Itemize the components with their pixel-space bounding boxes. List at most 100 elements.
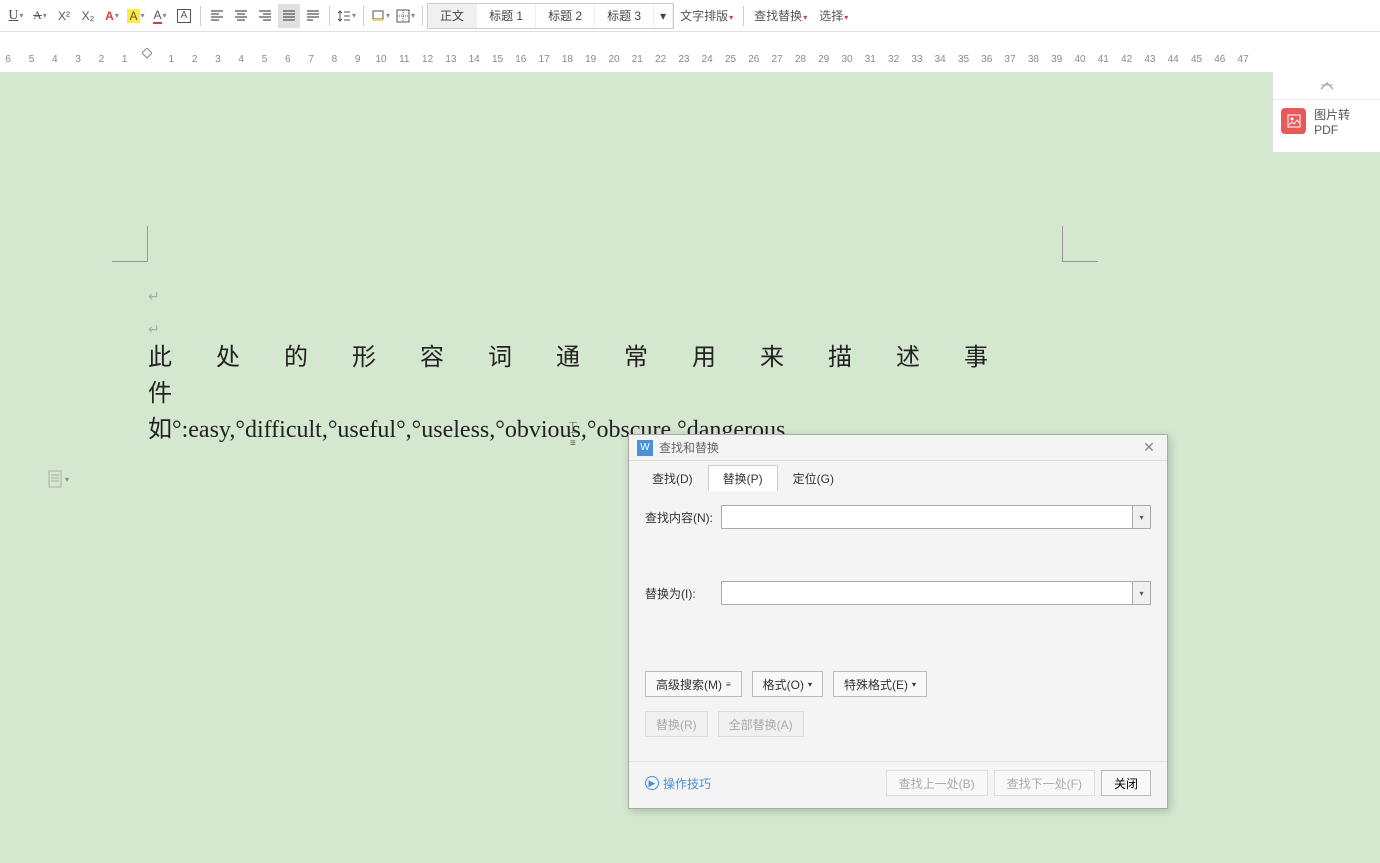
margin-corner-tl — [112, 226, 148, 262]
margin-corner-tr — [1062, 226, 1098, 262]
line-spacing-button[interactable]: ▾ — [335, 4, 358, 28]
border-button[interactable]: ▾ — [394, 4, 417, 28]
style-h3[interactable]: 标题 3 — [595, 4, 654, 28]
replace-input[interactable] — [721, 581, 1133, 605]
select-menu[interactable]: 选择▾ — [813, 7, 854, 24]
text-layout-menu[interactable]: 文字排版▾ — [674, 7, 739, 24]
highlight-button[interactable]: A▾ — [125, 4, 147, 28]
find-input[interactable] — [721, 505, 1133, 529]
tab-replace[interactable]: 替换(P) — [708, 465, 778, 491]
toolbar-separator — [329, 6, 330, 26]
special-format-button[interactable]: 特殊格式(E)▾ — [833, 671, 927, 697]
dialog-titlebar[interactable]: W 查找和替换 ✕ — [629, 435, 1167, 461]
highlight-icon: A — [127, 9, 139, 23]
char-border-icon: A — [177, 9, 191, 23]
strikethrough-icon: A — [33, 8, 42, 23]
find-replace-menu[interactable]: 查找替换▾ — [748, 7, 813, 24]
text-cursor-icon: ⌶≡ — [568, 420, 578, 449]
navigation-pane-toggle[interactable]: ▾ — [48, 470, 69, 488]
align-center-icon — [234, 9, 248, 23]
replace-button[interactable]: 替换(R) — [645, 711, 708, 737]
doc-line-1[interactable]: 此处的形容词通常用来描述事件 — [148, 340, 1068, 412]
distribute-icon — [306, 9, 320, 23]
replace-all-button[interactable]: 全部替换(A) — [718, 711, 804, 737]
align-right-button[interactable] — [254, 4, 276, 28]
chevron-down-icon: ▾ — [808, 680, 812, 689]
superscript-button[interactable]: X² — [53, 4, 75, 28]
tab-goto[interactable]: 定位(G) — [778, 465, 849, 491]
toolbar-separator — [200, 6, 201, 26]
find-replace-dialog: W 查找和替换 ✕ 查找(D) 替换(P) 定位(G) 查找内容(N): ▾ 替… — [628, 434, 1168, 809]
superscript-icon: X² — [58, 9, 70, 23]
border-icon — [396, 9, 410, 23]
style-selector[interactable]: 正文 标题 1 标题 2 标题 3 ▾ — [427, 3, 674, 29]
align-justify-button[interactable] — [278, 4, 300, 28]
font-color-icon: A — [153, 8, 161, 24]
tab-find[interactable]: 查找(D) — [637, 465, 708, 491]
distribute-button[interactable] — [302, 4, 324, 28]
style-more[interactable]: ▾ — [654, 4, 673, 28]
style-h2[interactable]: 标题 2 — [536, 4, 595, 28]
image-to-pdf-button[interactable]: 图片转PDF — [1273, 100, 1380, 142]
dialog-tabs: 查找(D) 替换(P) 定位(G) — [629, 461, 1167, 491]
dialog-body: 查找内容(N): ▾ 替换为(I): ▾ 高级搜索(M)≡ 格式(O)▾ 特殊格… — [629, 491, 1167, 753]
align-center-button[interactable] — [230, 4, 252, 28]
dialog-footer: ▶ 操作技巧 查找上一处(B) 查找下一处(F) 关闭 — [629, 761, 1167, 808]
paragraph-mark: ↵ — [148, 319, 1068, 340]
char-border-button[interactable]: A — [173, 4, 195, 28]
play-icon: ▶ — [645, 776, 659, 790]
align-right-icon — [258, 9, 272, 23]
line-spacing-icon — [337, 9, 351, 23]
subscript-icon: X₂ — [82, 9, 95, 23]
paragraph-mark: ↵ — [148, 286, 1068, 307]
underline-icon: U — [8, 8, 18, 24]
tips-link[interactable]: ▶ 操作技巧 — [645, 775, 711, 792]
image-to-pdf-label: 图片转PDF — [1314, 106, 1372, 137]
pdf-icon — [1281, 108, 1306, 134]
action-row: 替换(R) 全部替换(A) — [645, 711, 1151, 737]
collapse-icon — [1320, 81, 1334, 91]
find-row: 查找内容(N): ▾ — [645, 505, 1151, 529]
find-prev-button[interactable]: 查找上一处(B) — [886, 770, 988, 796]
chevron-down-icon: ▾ — [912, 680, 916, 689]
dialog-title: 查找和替换 — [659, 439, 1139, 456]
toolbar-separator — [743, 6, 744, 26]
toolbar-separator — [363, 6, 364, 26]
style-h1[interactable]: 标题 1 — [477, 4, 536, 28]
format-button[interactable]: 格式(O)▾ — [752, 671, 823, 697]
bucket-icon — [371, 9, 385, 23]
find-label: 查找内容(N): — [645, 509, 721, 526]
replace-history-dropdown[interactable]: ▾ — [1133, 581, 1151, 605]
text-effect-button[interactable]: A▾ — [101, 4, 123, 28]
horizontal-ruler[interactable]: 6543211234567891011121314151617181920212… — [0, 52, 1380, 70]
close-dialog-button[interactable]: 关闭 — [1101, 770, 1151, 796]
align-justify-icon — [282, 9, 296, 23]
chevron-down-icon: ▾ — [65, 475, 69, 484]
underline-button[interactable]: U▾ — [5, 4, 27, 28]
chevron-down-icon: ≡ — [726, 680, 731, 689]
app-icon: W — [637, 440, 653, 456]
close-button[interactable]: ✕ — [1139, 439, 1159, 456]
replace-label: 替换为(I): — [645, 585, 721, 602]
ruler-area: 6543211234567891011121314151617181920212… — [0, 32, 1380, 72]
toolbar-separator — [422, 6, 423, 26]
find-history-dropdown[interactable]: ▾ — [1133, 505, 1151, 529]
strikethrough-button[interactable]: A▾ — [29, 4, 51, 28]
options-row: 高级搜索(M)≡ 格式(O)▾ 特殊格式(E)▾ — [645, 671, 1151, 697]
shading-button[interactable]: ▾ — [369, 4, 392, 28]
collapse-panel-button[interactable] — [1273, 72, 1380, 100]
subscript-button[interactable]: X₂ — [77, 4, 99, 28]
find-next-button[interactable]: 查找下一处(F) — [994, 770, 1095, 796]
text-effect-icon: A — [105, 9, 114, 23]
document-body[interactable]: ↵ ↵ 此处的形容词通常用来描述事件 如°:easy,°difficult,°u… — [148, 286, 1068, 448]
first-line-indent-marker[interactable] — [142, 48, 152, 60]
replace-row: 替换为(I): ▾ — [645, 581, 1151, 605]
font-color-button[interactable]: A▾ — [149, 4, 171, 28]
style-body[interactable]: 正文 — [428, 4, 477, 28]
advanced-search-button[interactable]: 高级搜索(M)≡ — [645, 671, 742, 697]
side-panel: 图片转PDF — [1272, 72, 1380, 152]
document-icon — [48, 470, 64, 488]
align-left-icon — [210, 9, 224, 23]
formatting-toolbar: U▾ A▾ X² X₂ A▾ A▾ A▾ A ▾ ▾ ▾ 正文 标题 1 标题 … — [0, 0, 1380, 32]
align-left-button[interactable] — [206, 4, 228, 28]
